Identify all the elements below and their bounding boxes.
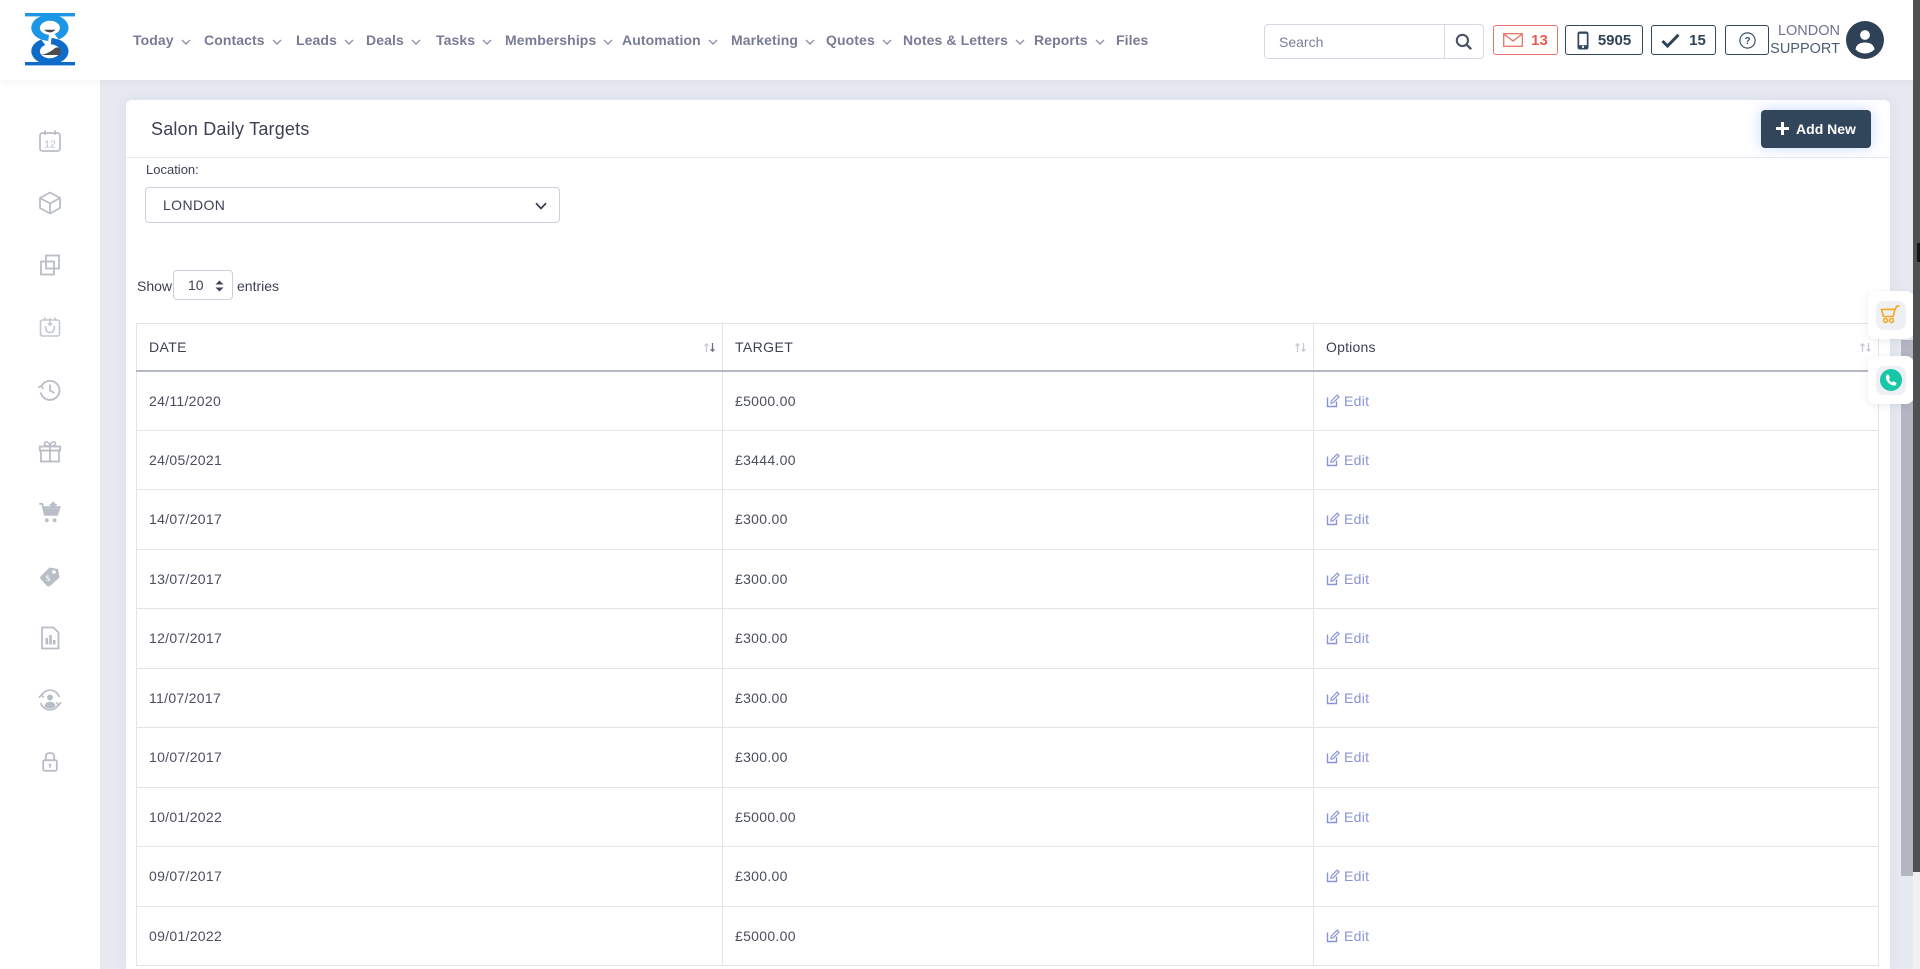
svg-text:12: 12 bbox=[44, 139, 56, 151]
